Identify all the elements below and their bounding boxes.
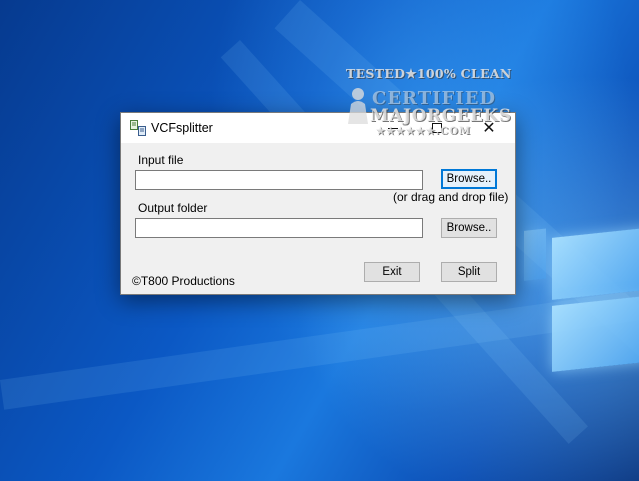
vcf-app-icon [130,120,146,136]
window-title: VCFsplitter [151,121,213,135]
windows-logo [524,154,639,397]
input-file-field[interactable] [135,170,423,190]
close-icon: ✕ [482,120,496,137]
output-folder-field[interactable] [135,218,423,238]
minimize-icon [388,127,398,129]
drag-drop-hint: (or drag and drop file) [393,190,509,204]
input-browse-button[interactable]: Browse.. [441,169,497,189]
input-file-label: Input file [138,153,184,167]
exit-button[interactable]: Exit [364,262,420,282]
title-bar[interactable]: VCFsplitter ✕ [121,113,515,143]
split-button[interactable]: Split [441,262,497,282]
vcfsplitter-window: VCFsplitter ✕ Input file Browse.. (or dr… [120,112,516,295]
output-folder-label: Output folder [138,201,208,215]
close-button[interactable]: ✕ [471,113,507,143]
copyright-text: ©T800 Productions [132,274,235,288]
minimize-button[interactable] [375,113,411,143]
maximize-icon [432,123,442,133]
output-browse-button[interactable]: Browse.. [441,218,497,238]
maximize-button[interactable] [419,113,455,143]
